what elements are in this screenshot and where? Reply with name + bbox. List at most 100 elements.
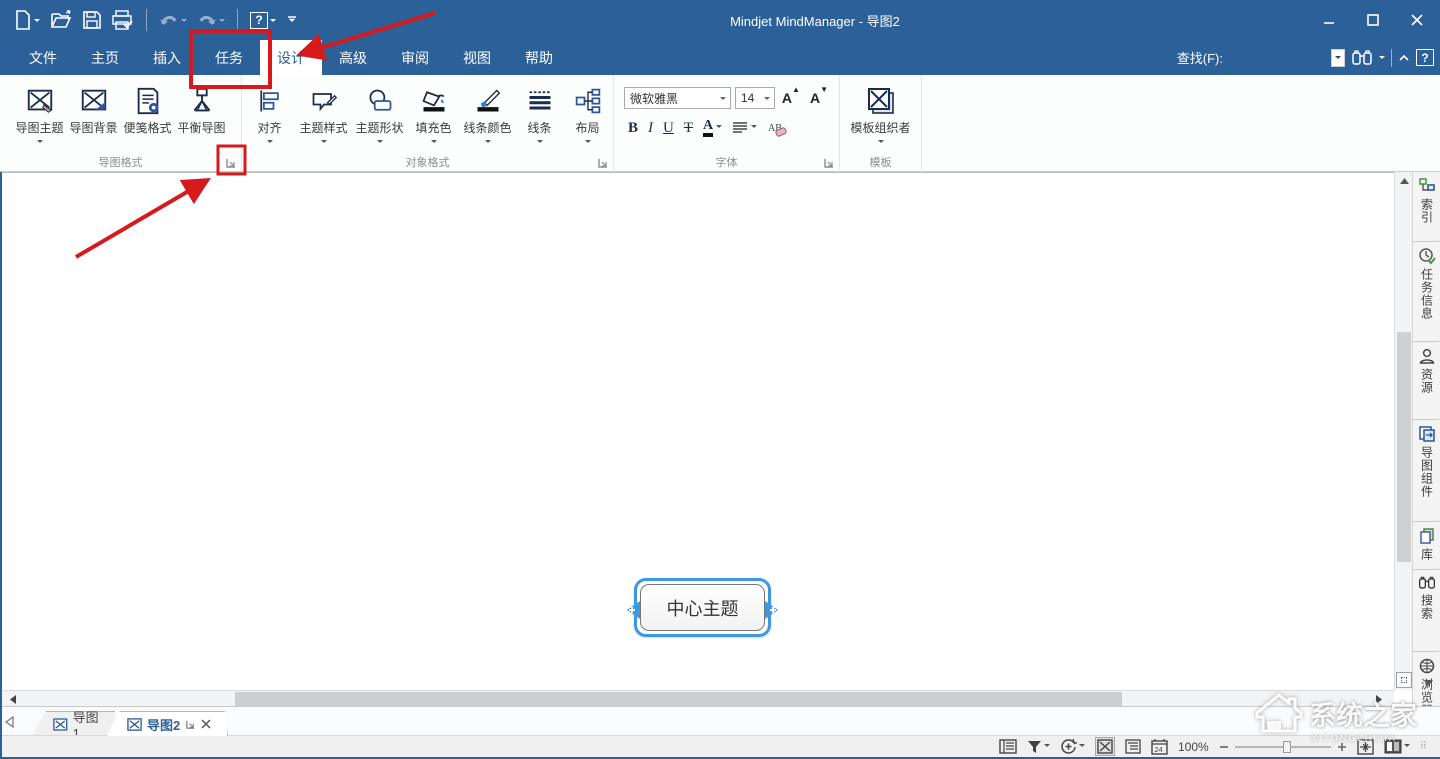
add-subtopic-left-handle[interactable] (623, 599, 640, 621)
presentation-button[interactable] (1384, 739, 1410, 754)
find-input-dropdown[interactable] (1331, 49, 1345, 67)
align-dropdown[interactable] (267, 140, 273, 146)
font-color-button[interactable]: A (703, 119, 722, 137)
close-button[interactable] (1402, 7, 1432, 33)
line-color-button[interactable]: 线条颜色 (460, 83, 516, 146)
topic-shape-button[interactable]: 主题形状 (352, 83, 408, 146)
map-view-button[interactable] (1095, 737, 1115, 756)
topic-style-dropdown[interactable] (321, 140, 327, 146)
scroll-left-arrow[interactable] (2, 691, 24, 707)
scroll-right-arrow[interactable] (1368, 691, 1390, 707)
ribbon-help-icon[interactable]: ? (1416, 49, 1434, 66)
font-family-select[interactable]: 微软雅黑 (624, 87, 731, 109)
tab-view[interactable]: 视图 (446, 40, 508, 75)
template-organizer-button[interactable]: 模板组织者 (846, 83, 916, 146)
font-family-dropdown[interactable] (716, 94, 730, 103)
fill-color-button[interactable]: 填充色 (408, 83, 460, 146)
underline-button[interactable]: U (663, 120, 674, 137)
sidebar-tab-task-info[interactable]: 任务信息 (1413, 242, 1440, 342)
add-topic-button[interactable] (1060, 738, 1085, 755)
sidebar-tab-library[interactable]: 库 (1413, 522, 1440, 570)
tab-insert[interactable]: 插入 (136, 40, 198, 75)
print-button[interactable] (110, 8, 136, 32)
template-organizer-dropdown[interactable] (878, 140, 884, 146)
sidebar-tab-map-parts[interactable]: 导图组件 (1413, 420, 1440, 522)
italic-button[interactable]: I (648, 120, 653, 137)
presentation-dropdown[interactable] (1404, 744, 1410, 750)
zoom-slider-track[interactable] (1235, 746, 1331, 748)
tab-file[interactable]: 文件 (12, 40, 74, 75)
note-format-button[interactable]: 便笺格式 (121, 83, 175, 147)
doc-tab-map2[interactable]: 导图2 (106, 711, 228, 736)
tab-scroll-left-button[interactable] (4, 715, 14, 733)
tab-help[interactable]: 帮助 (508, 40, 570, 75)
fit-map-button[interactable] (1357, 739, 1374, 755)
line-color-dropdown[interactable] (485, 140, 491, 146)
sidebar-tab-search[interactable]: 搜索 (1413, 570, 1440, 652)
tab-design[interactable]: 设计 (260, 40, 322, 75)
add-subtopic-right-handle[interactable] (765, 599, 782, 621)
align-button[interactable]: 对齐 (244, 83, 296, 146)
help-button[interactable]: ? (248, 10, 278, 31)
sidebar-tab-index[interactable]: 索引 (1413, 172, 1440, 242)
line-button[interactable]: 线条 (516, 83, 564, 146)
sidebar-overflow-chevron[interactable] (1421, 676, 1435, 690)
select-browse-object-button[interactable] (1396, 672, 1412, 688)
find-options-dropdown[interactable] (1379, 56, 1385, 62)
customize-qat-button[interactable] (284, 12, 300, 28)
horizontal-scroll-thumb[interactable] (235, 692, 1122, 706)
maximize-button[interactable] (1358, 7, 1388, 33)
object-format-dialog-launcher[interactable] (597, 156, 609, 168)
outline-view-button[interactable] (1125, 739, 1141, 754)
close-tab-button[interactable] (201, 717, 211, 732)
layout-button[interactable]: 布局 (564, 83, 612, 146)
filter-dropdown[interactable] (1044, 744, 1050, 750)
alignment-button[interactable] (732, 121, 757, 135)
horizontal-scrollbar[interactable] (2, 690, 1394, 706)
topic-info-card-button[interactable] (999, 739, 1017, 754)
map-background-button[interactable]: 导图背景 (67, 83, 121, 147)
minimize-button[interactable] (1314, 7, 1344, 33)
doc-tab-map1[interactable]: 导图1 (32, 711, 118, 736)
map-theme-button[interactable]: 导图主题 (13, 83, 67, 146)
undo-button[interactable] (157, 10, 189, 30)
resize-grip[interactable]: ⠿ (1420, 741, 1428, 752)
map-canvas[interactable]: 中心主题 (2, 172, 1394, 690)
central-topic[interactable]: 中心主题 (640, 584, 765, 631)
save-button[interactable] (80, 8, 104, 32)
tab-task[interactable]: 任务 (198, 40, 260, 75)
scroll-up-arrow[interactable] (1395, 172, 1413, 190)
zoom-out-icon[interactable] (1219, 742, 1229, 752)
schedule-view-button[interactable]: 24 (1151, 739, 1168, 755)
font-dialog-launcher[interactable] (823, 156, 835, 168)
map-format-dialog-launcher[interactable] (225, 156, 237, 168)
undo-dropdown[interactable] (181, 19, 187, 25)
clear-format-icon[interactable]: AB (767, 120, 787, 137)
map-theme-dropdown[interactable] (37, 140, 43, 146)
balance-map-button[interactable]: 平衡导图 (175, 83, 229, 147)
tab-advanced[interactable]: 高级 (322, 40, 384, 75)
tab-home[interactable]: 主页 (74, 40, 136, 75)
help-dropdown[interactable] (270, 19, 276, 25)
new-document-button[interactable] (12, 8, 42, 32)
filter-button[interactable] (1027, 740, 1050, 754)
bold-button[interactable]: B (628, 120, 638, 137)
strikethrough-button[interactable]: T (684, 120, 693, 137)
open-file-button[interactable] (48, 8, 74, 32)
shrink-font-button[interactable]: A▼ (807, 90, 831, 106)
sidebar-tab-resources[interactable]: 资源 (1413, 342, 1440, 420)
collapse-ribbon-icon[interactable] (1398, 53, 1410, 63)
alignment-dropdown[interactable] (751, 125, 757, 131)
new-document-dropdown[interactable] (34, 19, 40, 25)
zoom-slider-thumb[interactable] (1283, 741, 1291, 753)
add-topic-dropdown[interactable] (1079, 744, 1085, 750)
vertical-scrollbar[interactable] (1394, 172, 1412, 690)
zoom-slider[interactable] (1219, 742, 1347, 752)
topic-style-button[interactable]: 主题样式 (296, 83, 352, 146)
line-dropdown[interactable] (537, 140, 543, 146)
tab-review[interactable]: 审阅 (384, 40, 446, 75)
font-color-dropdown[interactable] (716, 125, 722, 131)
vertical-scroll-thumb[interactable] (1397, 332, 1411, 562)
grow-font-button[interactable]: A▲ (779, 90, 803, 106)
topic-shape-dropdown[interactable] (377, 140, 383, 146)
